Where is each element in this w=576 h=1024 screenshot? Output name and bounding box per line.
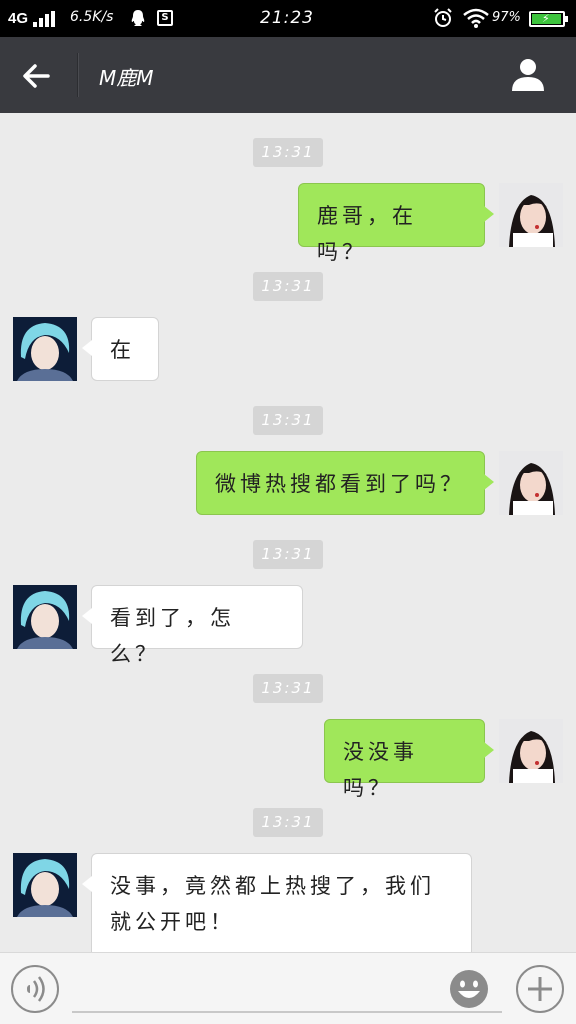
emoji-icon[interactable] — [448, 968, 490, 1010]
timestamp: 13:31 — [253, 808, 323, 837]
my-avatar[interactable] — [499, 451, 563, 515]
person-icon[interactable] — [508, 55, 548, 95]
contact-avatar[interactable] — [13, 853, 77, 917]
plus-button[interactable] — [516, 965, 564, 1013]
timestamp: 13:31 — [253, 138, 323, 167]
battery-icon: ⚡ — [529, 11, 568, 27]
outgoing-message[interactable]: 没没事吗？ — [324, 719, 494, 800]
plus-icon — [528, 977, 552, 1001]
timestamp: 13:31 — [253, 272, 323, 301]
charging-bolt-icon: ⚡ — [542, 12, 550, 25]
my-avatar[interactable] — [499, 183, 563, 247]
chat-title: M鹿M — [99, 66, 154, 90]
message-text: 微博热搜都看到了吗？ — [215, 472, 465, 496]
network-type: 4G — [8, 10, 29, 27]
my-avatar[interactable] — [499, 719, 563, 783]
outgoing-message[interactable]: 鹿哥，在吗？ — [298, 183, 494, 264]
signal-icon — [33, 11, 55, 27]
voice-button[interactable] — [11, 965, 59, 1013]
qq-icon — [131, 10, 145, 26]
battery-percent: 97% — [492, 10, 521, 25]
input-bar — [0, 952, 576, 1024]
timestamp: 13:31 — [253, 406, 323, 435]
message-text: 没没事吗？ — [343, 740, 418, 800]
incoming-message[interactable]: 看到了，怎么？ — [82, 585, 303, 666]
alarm-icon — [434, 8, 452, 27]
chat-messages[interactable]: 13:31 鹿哥，在吗？ 13:31 在 13:31 微博热搜都看到了吗？ 13… — [0, 113, 576, 952]
incoming-message[interactable]: 在 — [82, 317, 159, 381]
status-bar: 4G 6.5K/s S 21:23 97% ⚡ — [0, 0, 576, 37]
contact-avatar[interactable] — [13, 585, 77, 649]
status-time: 21:23 — [260, 8, 314, 28]
chat-header: M鹿M — [0, 37, 576, 113]
voice-icon — [27, 976, 45, 1002]
header-divider — [77, 53, 78, 97]
timestamp: 13:31 — [253, 540, 323, 569]
message-input[interactable] — [72, 965, 502, 1013]
message-text: 看到了，怎么？ — [110, 606, 235, 666]
timestamp: 13:31 — [253, 674, 323, 703]
outgoing-message[interactable]: 微博热搜都看到了吗？ — [196, 451, 494, 515]
incoming-message[interactable]: 没事，竟然都上热搜了，我们就公开吧！ — [82, 853, 472, 952]
wifi-icon — [463, 8, 489, 28]
message-text: 在 — [110, 338, 135, 362]
back-arrow-icon[interactable] — [16, 55, 58, 97]
s-badge-icon: S — [157, 10, 173, 26]
message-text: 没事，竟然都上热搜了，我们就公开吧！ — [110, 874, 435, 934]
contact-avatar[interactable] — [13, 317, 77, 381]
network-speed: 6.5K/s — [70, 9, 114, 25]
message-text: 鹿哥，在吗？ — [317, 204, 417, 264]
